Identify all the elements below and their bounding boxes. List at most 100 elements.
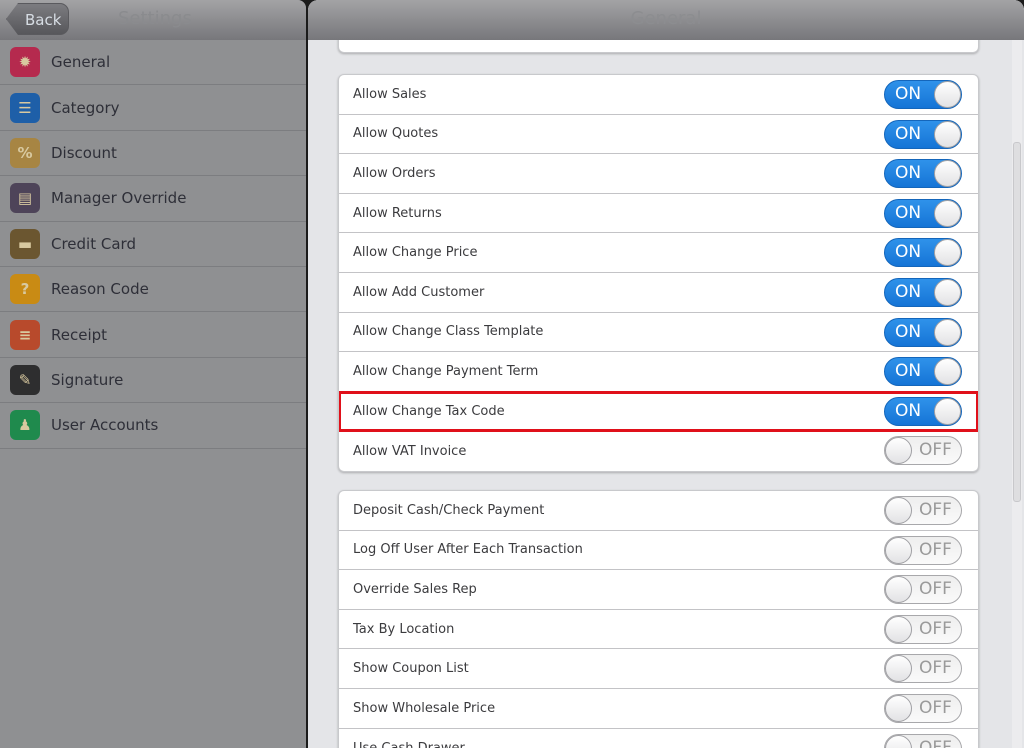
setting-label: Tax By Location (353, 621, 455, 637)
toggle-state: ON (895, 84, 922, 104)
sidebar-item-label: Category (51, 98, 120, 117)
settings-group-options: Deposit Cash/Check Payment OFF Log Off Use… (338, 490, 979, 748)
toggle-state: ON (895, 242, 922, 263)
scrollbar-thumb[interactable] (1013, 142, 1021, 502)
toggle-knob (885, 437, 912, 465)
setting-label: Log Off User After Each Transaction (353, 542, 583, 558)
toggle-state: OFF (919, 440, 952, 461)
setting-label: Allow Orders (353, 165, 436, 181)
toggle-switch[interactable]: ON (884, 119, 962, 149)
toggle-state: OFF (919, 737, 952, 748)
sidebar-header: Back Settings (0, 0, 306, 40)
toggle-state: ON (895, 361, 922, 382)
sidebar-item-credit-card[interactable]: ▬ Credit Card (0, 222, 306, 267)
toggle-state: OFF (919, 579, 952, 600)
sidebar-item-label: Signature (51, 370, 124, 389)
toggle-switch[interactable]: OFF (884, 496, 962, 525)
setting-label: Allow Returns (353, 205, 442, 221)
setting-label: Allow Change Class Template (353, 324, 544, 340)
sidebar-item-label: Receipt (51, 325, 108, 344)
toggle-knob (885, 615, 912, 643)
toggle-switch[interactable]: ON (884, 80, 962, 109)
question-icon: ? (10, 274, 40, 305)
toggle-knob (885, 497, 912, 524)
toggle-switch[interactable]: OFF (884, 693, 962, 723)
toggle-knob (934, 160, 961, 188)
toggle-switch[interactable]: ON (884, 159, 962, 189)
pen-icon: ✎ (10, 364, 40, 395)
sidebar-item-general[interactable]: ✹ General (0, 40, 306, 86)
panel-title: General (630, 8, 702, 29)
toggle-knob (934, 278, 961, 306)
toggle-switch[interactable]: ON (884, 238, 962, 268)
setting-label: Use Cash Drawer (353, 741, 465, 748)
toggle-switch[interactable]: OFF (884, 654, 962, 684)
toggle-switch[interactable]: OFF (884, 575, 962, 605)
settings-group-permissions: Allow Sales ON Allow Quotes ON Allow Orders O… (338, 74, 979, 472)
setting-row: Allow VAT Invoice OFF (339, 431, 978, 471)
sidebar-item-label: Credit Card (51, 234, 136, 253)
sidebar-item-manager-override[interactable]: ▤ Manager Override (0, 176, 306, 222)
setting-label: Allow Quotes (353, 126, 439, 142)
setting-row: Log Off User After Each Transaction OFF (339, 531, 978, 571)
sidebar-item-signature[interactable]: ✎ Signature (0, 358, 306, 404)
setting-row: Allow Returns ON (339, 194, 978, 234)
setting-label: Allow Add Customer (353, 284, 485, 300)
settings-sidebar: Back Settings ✹ General ☰ Category% Discount… (0, 0, 306, 748)
toggle-switch[interactable]: OFF (884, 733, 962, 748)
toggle-knob (885, 655, 912, 683)
sidebar-item-category[interactable]: ☰ Category (0, 85, 306, 131)
toggle-switch[interactable]: ON (884, 198, 962, 228)
setting-row: Allow Change Class Template ON (339, 313, 978, 353)
toggle-state: OFF (919, 539, 952, 560)
toggle-switch[interactable]: ON (884, 277, 962, 307)
setting-label: Allow Sales (353, 86, 427, 102)
toggle-state: OFF (919, 618, 952, 639)
toggle-switch[interactable]: OFF (884, 436, 962, 466)
toggle-switch[interactable]: OFF (884, 535, 962, 565)
toggle-switch[interactable]: ON (884, 396, 962, 426)
sidebar-item-user-accounts[interactable]: ♟ User Accounts (0, 403, 306, 449)
sidebar-item-label: User Accounts (51, 416, 159, 435)
toggle-state: ON (895, 123, 922, 144)
toggle-knob (934, 358, 961, 386)
tag-icon: % (10, 137, 40, 168)
list-icon: ☰ (10, 92, 40, 123)
toggle-knob (934, 397, 961, 425)
general-settings-panel: General Allow Sales ON Allow Quotes ON Allow… (308, 0, 1024, 748)
toggle-switch[interactable]: ON (884, 317, 962, 347)
setting-label: Override Sales Rep (353, 581, 477, 597)
sidebar-item-label: Discount (51, 143, 117, 162)
toggle-state: ON (895, 400, 922, 421)
settings-category-list: ✹ General ☰ Category% Discount ▤ Manager Overr… (0, 40, 306, 449)
sidebar-item-receipt[interactable]: ≡ Receipt (0, 312, 306, 358)
toggle-knob (934, 239, 961, 267)
gear-icon: ✹ (10, 47, 40, 78)
setting-row: Override Sales Rep OFF (339, 570, 978, 610)
setting-row: Allow Orders ON (339, 154, 978, 194)
setting-label: Deposit Cash/Check Payment (353, 502, 545, 518)
sidebar-item-reason-code[interactable]: ? Reason Code (0, 267, 306, 313)
setting-row: Allow Change Payment Term ON (339, 352, 978, 392)
setting-row: Allow Sales ON (339, 75, 978, 115)
setting-label: Allow Change Payment Term (353, 363, 539, 379)
sidebar-item-discount[interactable]: % Discount (0, 131, 306, 177)
toggle-knob (885, 536, 912, 564)
toggle-switch[interactable]: OFF (884, 614, 962, 644)
setting-label: Allow Change Tax Code (353, 403, 505, 419)
toggle-state: ON (895, 321, 922, 342)
sidebar-item-label: Reason Code (51, 280, 149, 299)
setting-row: Allow Change Price ON (339, 233, 978, 273)
back-button[interactable]: Back (6, 3, 69, 35)
setting-label: Show Coupon List (353, 661, 469, 677)
setting-label: Allow VAT Invoice (353, 443, 467, 459)
sidebar-item-label: General (51, 53, 111, 72)
panel-header: General (308, 0, 1024, 40)
scrollbar[interactable] (1012, 40, 1022, 748)
setting-row: Allow Quotes ON (339, 115, 978, 155)
toggle-knob (885, 734, 912, 748)
setting-row: Show Wholesale Price OFF (339, 689, 978, 729)
toggle-knob (885, 694, 912, 722)
toggle-switch[interactable]: ON (884, 357, 962, 387)
setting-label: Show Wholesale Price (353, 700, 496, 716)
